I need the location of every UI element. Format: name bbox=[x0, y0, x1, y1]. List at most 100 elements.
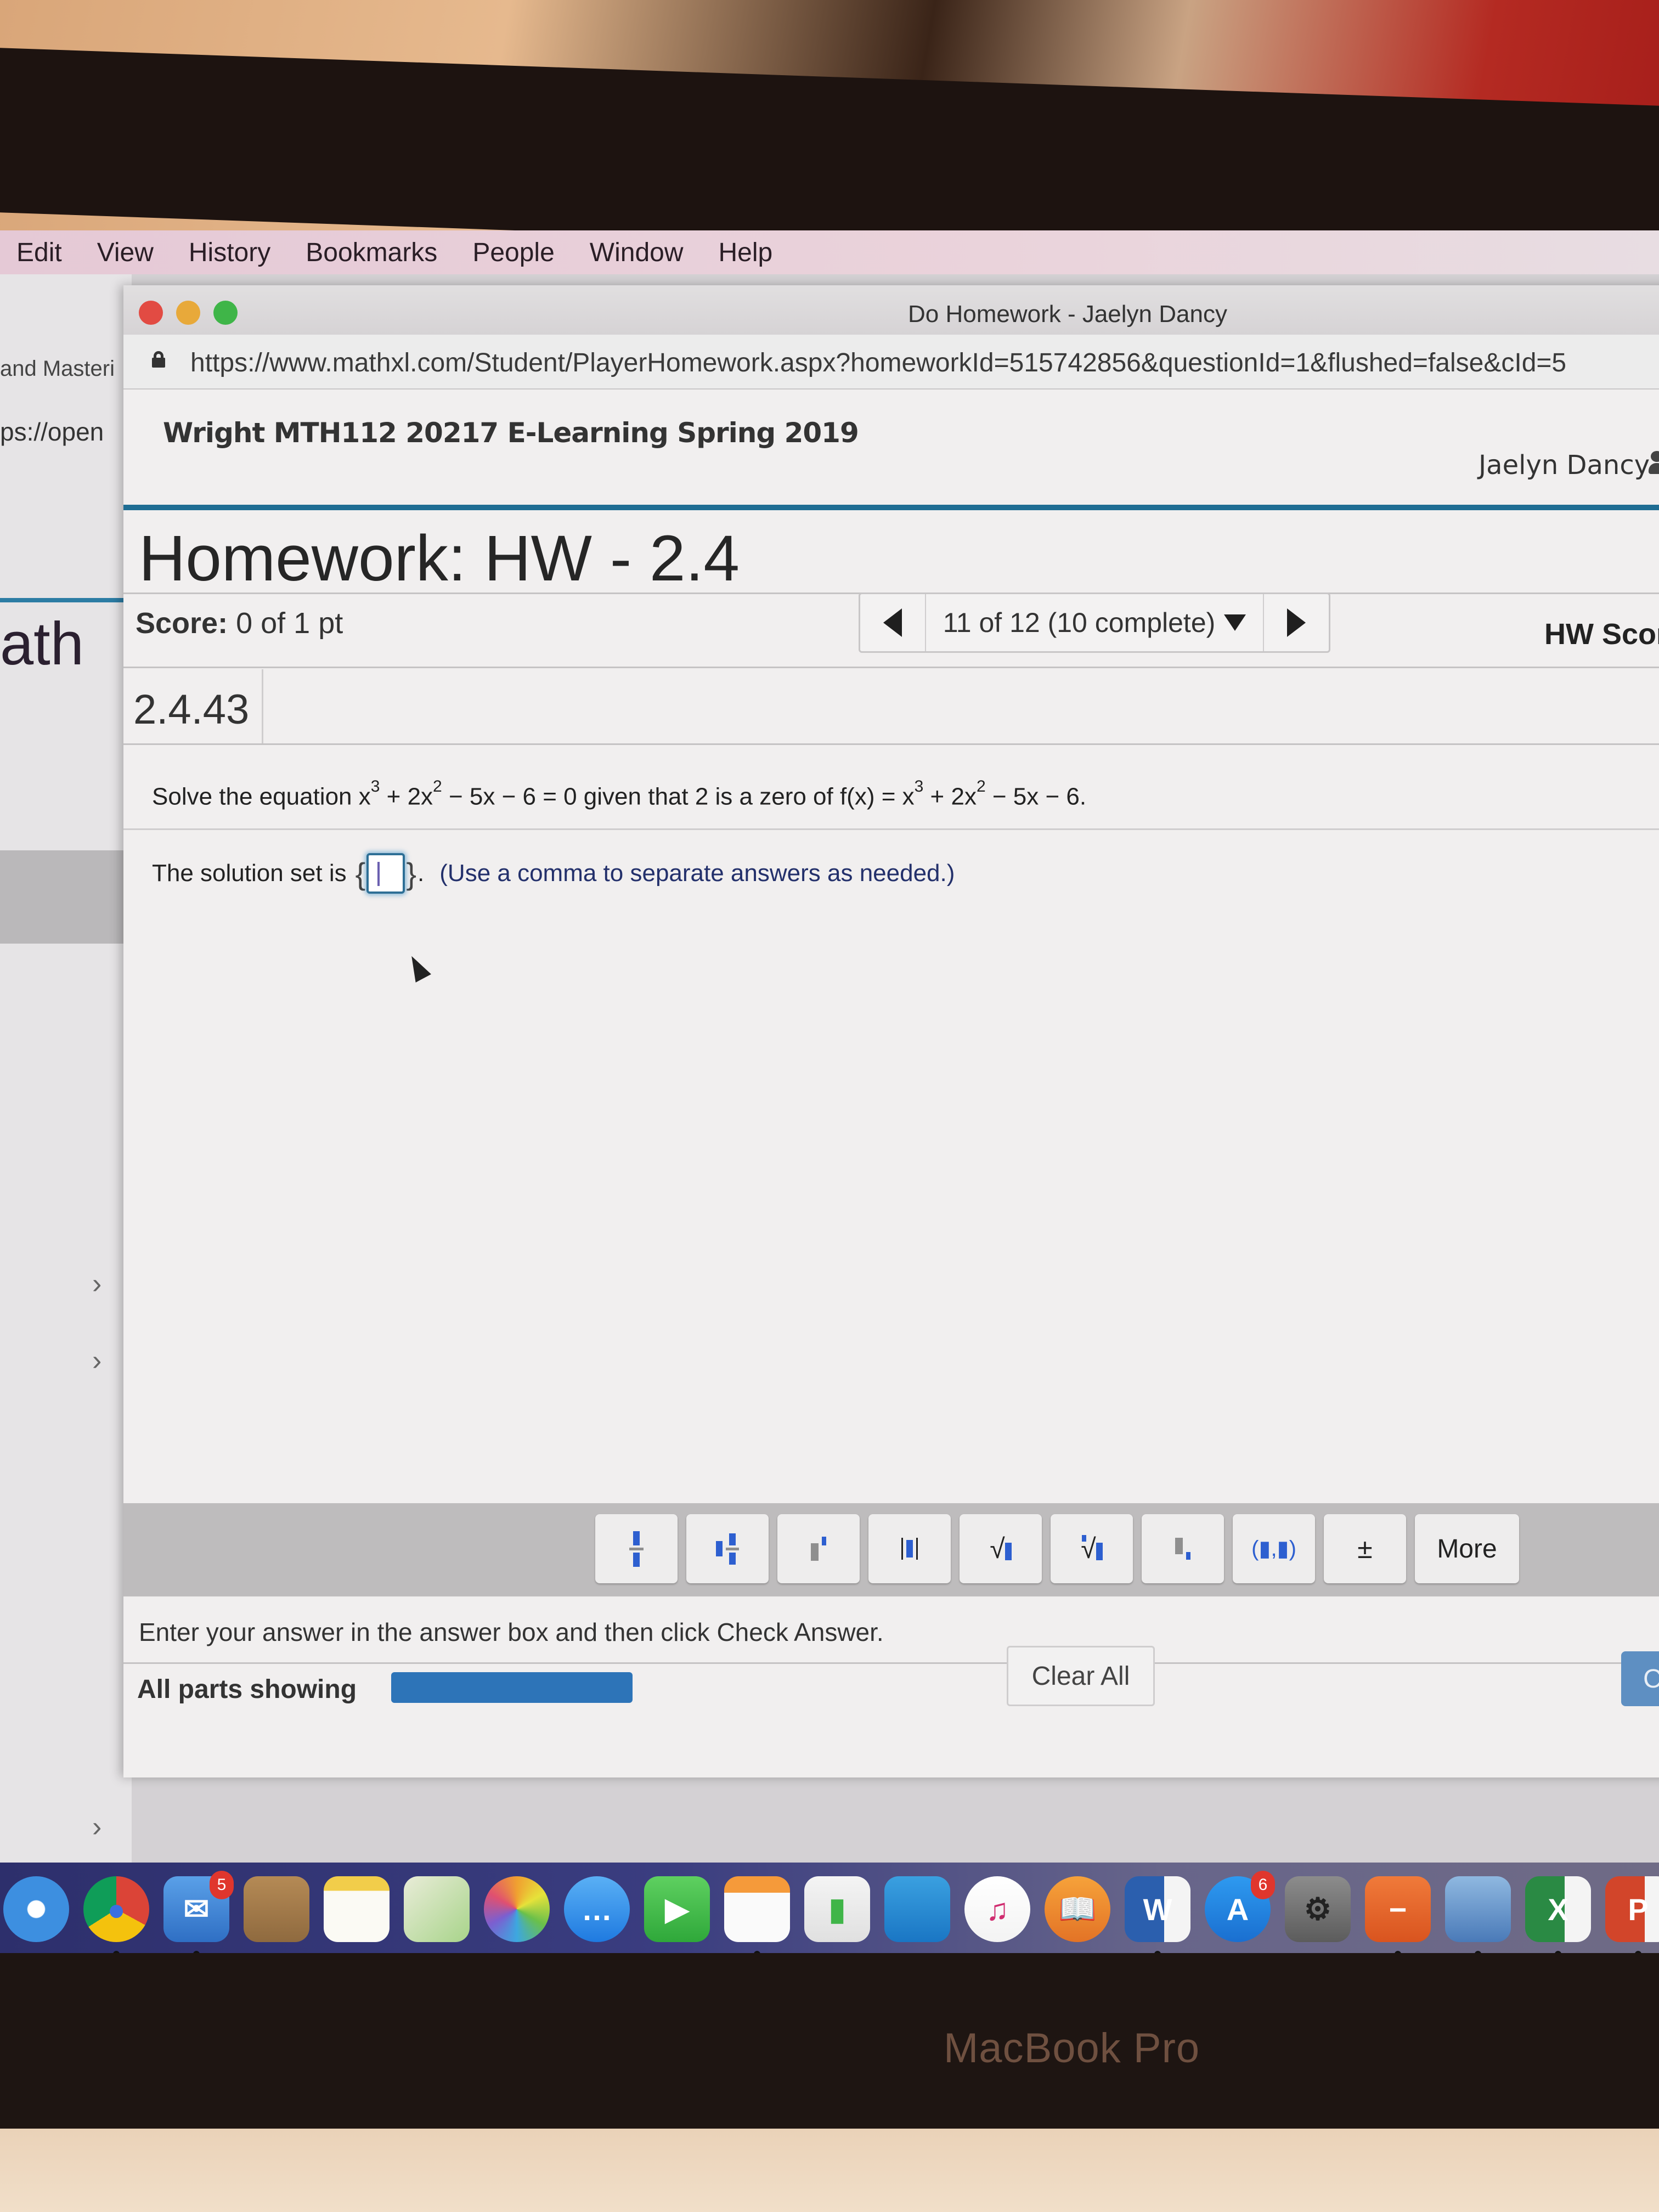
dock-contacts-icon[interactable] bbox=[244, 1876, 309, 1942]
answer-prefix: The solution set is bbox=[152, 860, 347, 887]
triangle-left-icon bbox=[883, 608, 902, 637]
subscript-icon bbox=[1175, 1538, 1190, 1560]
excel-glyph: X bbox=[1548, 1892, 1568, 1927]
dock-facetime-icon[interactable]: ▶ bbox=[644, 1876, 710, 1942]
dock-chrome-icon[interactable]: ● bbox=[83, 1876, 149, 1957]
triangle-right-icon bbox=[1287, 608, 1306, 637]
header-accent-line bbox=[123, 505, 1659, 510]
close-brace: } bbox=[406, 856, 417, 891]
powerpoint-glyph: P bbox=[1628, 1892, 1649, 1927]
status-message: Enter your answer in the answer box and … bbox=[139, 1618, 884, 1646]
exponent-icon bbox=[811, 1537, 826, 1561]
absolute-value-button[interactable] bbox=[868, 1514, 951, 1583]
dock-app-store-icon[interactable]: A6 bbox=[1205, 1871, 1275, 1942]
dock-pdf-document-icon[interactable]: − bbox=[1365, 1876, 1431, 1957]
hardware-label: MacBook Pro bbox=[944, 2025, 1200, 2072]
dock-maps-icon[interactable] bbox=[404, 1876, 470, 1942]
facetime-glyph: ▶ bbox=[665, 1892, 689, 1926]
dock-word-icon[interactable]: W bbox=[1125, 1876, 1190, 1957]
notification-badge: 5 bbox=[210, 1871, 234, 1899]
dock-mail-icon[interactable]: ✉ 5 bbox=[163, 1871, 234, 1957]
close-window-button[interactable] bbox=[139, 301, 163, 325]
pdf-document-glyph: − bbox=[1389, 1892, 1407, 1927]
chevron-right-icon[interactable]: › bbox=[92, 1344, 101, 1377]
dock-preview-icon[interactable] bbox=[1445, 1876, 1511, 1957]
check-answer-button[interactable]: C bbox=[1621, 1651, 1659, 1706]
dock-safari-icon[interactable] bbox=[3, 1876, 69, 1942]
ibooks-glyph: 📖 bbox=[1058, 1892, 1097, 1926]
triangle-down-icon bbox=[1224, 614, 1246, 631]
user-icon[interactable] bbox=[1649, 451, 1659, 475]
chrome-glyph: ● bbox=[107, 1892, 126, 1927]
dock-keynote-icon[interactable] bbox=[884, 1876, 950, 1942]
ordered-pair-icon: (▮,▮) bbox=[1251, 1537, 1296, 1561]
dock-photos-icon[interactable] bbox=[484, 1876, 550, 1942]
notification-badge: 6 bbox=[1251, 1871, 1275, 1899]
menu-history[interactable]: History bbox=[189, 238, 270, 268]
dock-ibooks-icon[interactable]: 📖 bbox=[1045, 1876, 1110, 1942]
divider bbox=[123, 828, 1659, 830]
menu-bookmarks[interactable]: Bookmarks bbox=[306, 238, 437, 268]
dock-notes-icon[interactable] bbox=[324, 1876, 390, 1942]
ordered-pair-button[interactable]: (▮,▮) bbox=[1233, 1514, 1315, 1583]
divider bbox=[123, 743, 1659, 745]
divider bbox=[123, 1662, 1659, 1664]
dock: ● ✉ 5 … ▶ ▮ ♫ 📖 W A 6 ⚙ − X P bbox=[0, 1863, 1659, 1957]
question-select-dropdown[interactable]: 11 of 12 (10 complete) bbox=[926, 594, 1263, 651]
minimize-window-button[interactable] bbox=[176, 301, 200, 325]
check-answer-label: C bbox=[1643, 1664, 1659, 1694]
course-title[interactable]: Wright MTH112 20217 E-Learning Spring 20… bbox=[163, 417, 859, 449]
question-text: Solve the equation x3 + 2x2 − 5x − 6 = 0… bbox=[152, 777, 1087, 810]
title-bar: Do Homework - Jaelyn Dancy bbox=[123, 285, 1659, 335]
dock-excel-icon[interactable]: X bbox=[1525, 1876, 1591, 1957]
url-text[interactable]: https://www.mathxl.com/Student/PlayerHom… bbox=[190, 348, 1566, 378]
dock-numbers-icon[interactable]: ▮ bbox=[804, 1876, 870, 1942]
plus-minus-button[interactable]: ± bbox=[1324, 1514, 1406, 1583]
question-number: 2.4.43 bbox=[133, 686, 250, 733]
menu-people[interactable]: People bbox=[472, 238, 554, 268]
dock-messages-icon[interactable]: … bbox=[564, 1876, 630, 1942]
background-tab-title[interactable]: and Masteri bbox=[0, 357, 115, 381]
background-brand-text: ath bbox=[0, 610, 84, 678]
laptop-bezel bbox=[0, 1953, 1659, 2140]
background-accent-line bbox=[0, 598, 132, 602]
app-store-glyph: A bbox=[1226, 1892, 1249, 1927]
dock-pages-icon[interactable] bbox=[724, 1876, 790, 1957]
lock-icon bbox=[152, 351, 165, 368]
subscript-button[interactable] bbox=[1142, 1514, 1224, 1583]
open-brace: { bbox=[355, 856, 366, 891]
more-button[interactable]: More bbox=[1415, 1514, 1519, 1583]
menu-window[interactable]: Window bbox=[590, 238, 684, 268]
mixed-number-button[interactable] bbox=[686, 1514, 769, 1583]
maximize-window-button[interactable] bbox=[213, 301, 238, 325]
square-root-button[interactable]: √ bbox=[960, 1514, 1042, 1583]
system-preferences-glyph: ⚙ bbox=[1304, 1892, 1332, 1926]
math-palette-toolbar: √ √ (▮,▮) ± More bbox=[123, 1503, 1659, 1596]
previous-question-button[interactable] bbox=[860, 594, 926, 651]
hw-score-label: HW Scor bbox=[1544, 618, 1659, 651]
user-name[interactable]: Jaelyn Dancy bbox=[1479, 450, 1650, 481]
messages-glyph: … bbox=[582, 1892, 612, 1927]
exponent-button[interactable] bbox=[777, 1514, 860, 1583]
nth-root-button[interactable]: √ bbox=[1051, 1514, 1133, 1583]
dock-powerpoint-icon[interactable]: P bbox=[1605, 1876, 1659, 1957]
score: Score: 0 of 1 pt bbox=[136, 606, 343, 640]
absolute-value-icon bbox=[901, 1538, 918, 1560]
menu-help[interactable]: Help bbox=[719, 238, 773, 268]
address-bar[interactable]: https://www.mathxl.com/Student/PlayerHom… bbox=[123, 335, 1659, 390]
solution-set-input[interactable] bbox=[366, 853, 405, 894]
background-url: ps://open bbox=[0, 417, 104, 446]
menu-edit[interactable]: Edit bbox=[16, 238, 62, 268]
chevron-right-icon[interactable]: › bbox=[92, 1810, 101, 1843]
menu-view[interactable]: View bbox=[97, 238, 154, 268]
dock-itunes-icon[interactable]: ♫ bbox=[964, 1876, 1030, 1942]
question-position: 11 of 12 (10 complete) bbox=[943, 607, 1216, 638]
answer-suffix: . bbox=[417, 860, 425, 887]
window-title: Do Homework - Jaelyn Dancy bbox=[908, 301, 1227, 328]
background-browser-window[interactable]: and Masteri ps://open ath › › › bbox=[0, 274, 132, 1920]
fraction-button[interactable] bbox=[595, 1514, 678, 1583]
clear-all-button[interactable]: Clear All bbox=[1007, 1646, 1155, 1706]
chevron-right-icon[interactable]: › bbox=[92, 1267, 101, 1300]
dock-system-preferences-icon[interactable]: ⚙ bbox=[1285, 1876, 1351, 1942]
next-question-button[interactable] bbox=[1263, 594, 1329, 651]
